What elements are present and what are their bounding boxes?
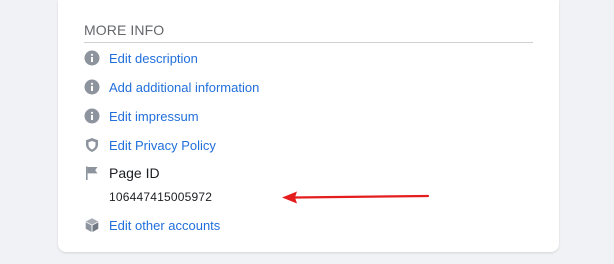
divider — [84, 42, 533, 43]
edit-impressum-link[interactable]: Edit impressum — [109, 109, 199, 124]
page-id-label: Page ID — [109, 165, 160, 181]
flag-icon — [84, 165, 100, 181]
edit-impressum-row[interactable]: Edit impressum — [84, 108, 199, 124]
page-id-value: 106447415005972 — [109, 190, 213, 204]
more-info-card: MORE INFO Edit description Add additiona… — [58, 0, 559, 252]
info-icon — [84, 79, 100, 95]
add-additional-information-row[interactable]: Add additional information — [84, 79, 259, 95]
info-icon — [84, 108, 100, 124]
cube-icon — [84, 217, 100, 233]
page-id-row: Page ID — [84, 165, 160, 181]
edit-description-row[interactable]: Edit description — [84, 50, 198, 66]
shield-icon — [84, 137, 100, 153]
edit-privacy-policy-row[interactable]: Edit Privacy Policy — [84, 137, 216, 153]
section-title: MORE INFO — [84, 22, 165, 38]
edit-privacy-policy-link[interactable]: Edit Privacy Policy — [109, 138, 216, 153]
edit-description-link[interactable]: Edit description — [109, 51, 198, 66]
info-icon — [84, 50, 100, 66]
edit-other-accounts-row[interactable]: Edit other accounts — [84, 217, 220, 233]
edit-other-accounts-link[interactable]: Edit other accounts — [109, 218, 220, 233]
add-additional-information-link[interactable]: Add additional information — [109, 80, 259, 95]
annotation-arrow — [282, 191, 430, 204]
